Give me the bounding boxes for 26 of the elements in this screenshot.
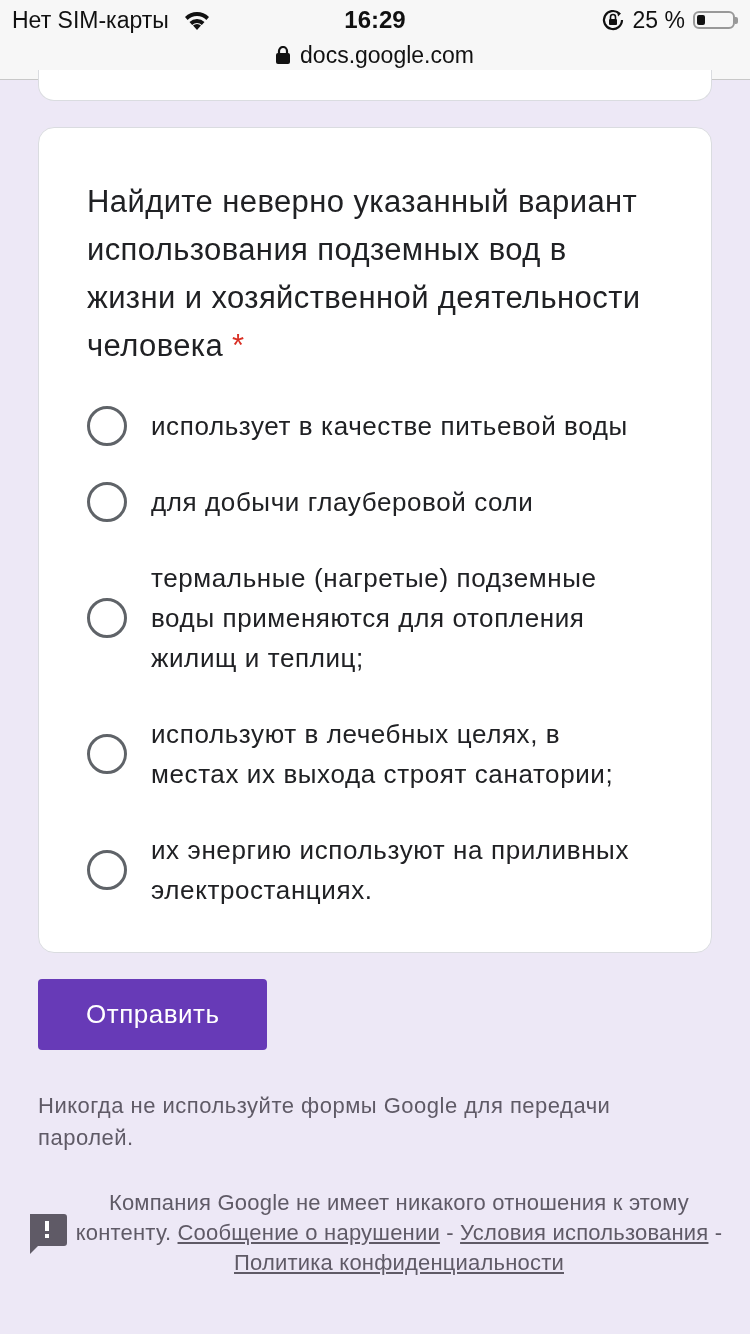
- rotation-lock-icon: [600, 8, 625, 32]
- footer-link[interactable]: Условия использования: [460, 1220, 709, 1245]
- wifi-icon: [182, 10, 211, 30]
- option-label[interactable]: для добычи глауберовой соли: [151, 482, 534, 522]
- option-label[interactable]: используют в лечебных целях, в местах их выхода строят санатории;: [151, 714, 655, 794]
- required-mark: *: [232, 328, 245, 363]
- radio-button[interactable]: [87, 850, 127, 890]
- radio-button[interactable]: [87, 406, 127, 446]
- page-url[interactable]: docs.google.com: [300, 41, 474, 69]
- submit-button[interactable]: Отправить: [38, 979, 268, 1050]
- radio-button[interactable]: [87, 598, 127, 638]
- option-label[interactable]: их энергию используют на приливных электростанциях.: [151, 830, 655, 910]
- footer-link[interactable]: Политика конфиденциальности: [234, 1250, 564, 1275]
- radio-button[interactable]: [87, 734, 127, 774]
- footer-link[interactable]: Сообщение о нарушении: [177, 1220, 440, 1245]
- battery-percent: 25 %: [632, 6, 685, 34]
- radio-button[interactable]: [87, 482, 127, 522]
- password-warning: Никогда не используйте формы Google для передачи паролей.: [38, 1092, 612, 1152]
- question-title: Найдите неверно указанный вариант использования подземных вод в жизни и хозяйственной деятельности человека *: [87, 183, 642, 365]
- disclaimer-text: Компания Google не имеет никакого отношения к этому контенту. Сообщение о нарушении - Условия использования - Политика конфиденциальности: [74, 1189, 724, 1277]
- clock-time: 16:29: [344, 6, 406, 34]
- carrier-name: Нет SIM-карты: [12, 6, 169, 34]
- battery-icon: [693, 11, 738, 29]
- lock-icon: [276, 46, 291, 64]
- option-label[interactable]: термальные (нагретые) подземные воды применяются для отопления жилищ и теплиц;: [151, 558, 655, 678]
- option-label[interactable]: использует в качестве питьевой воды: [151, 406, 628, 446]
